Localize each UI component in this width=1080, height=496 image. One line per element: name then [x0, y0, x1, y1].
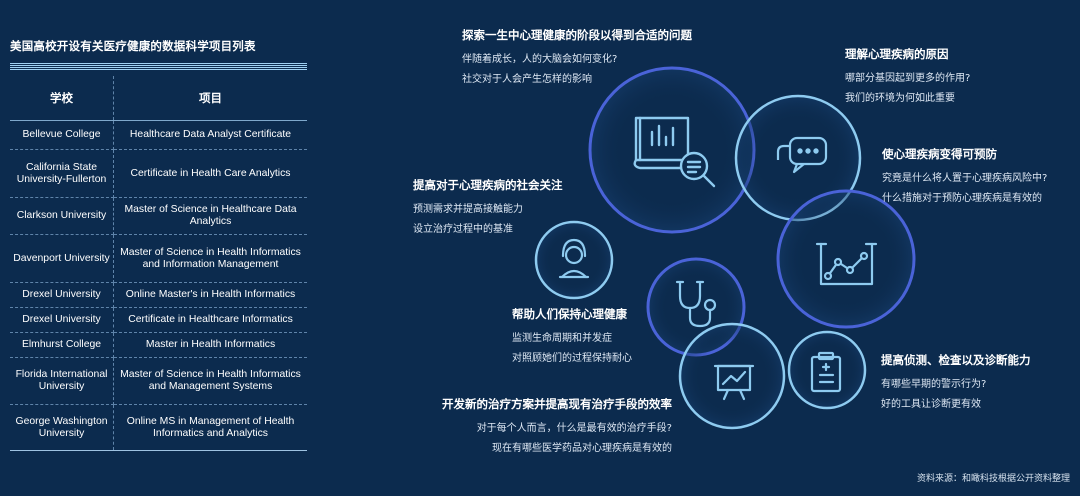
caption-line: 现在有哪些医学药品对心理疾病是有效的 [492, 443, 672, 454]
caption-heading: 提高侦测、检查以及诊断能力 [881, 353, 1031, 367]
caption-prevent: 使心理疾病变得可预防 究竟是什么将人置于心理疾病风险中? 什么措施对于预防心理疾… [882, 146, 1047, 209]
caption-line: 我们的环境为何如此重要 [845, 93, 955, 104]
caption-line: 对于每个人而言，什么是最有效的治疗手段? [476, 423, 672, 434]
caption-line: 好的工具让诊断更有效 [881, 399, 981, 410]
caption-treat: 开发新的治疗方案并提高现有治疗手段的效率 对于每个人而言，什么是最有效的治疗手段… [430, 396, 672, 459]
caption-line: 社交对于人会产生怎样的影响 [462, 74, 592, 85]
caption-line: 对照顾她们的过程保持耐心 [512, 353, 632, 364]
caption-heading: 使心理疾病变得可预防 [882, 147, 997, 161]
caption-line: 预测需求并提高接触能力 [413, 204, 523, 215]
caption-line: 伴随着成长，人的大脑会如何变化? [462, 54, 618, 65]
source-note: 资料来源：和瞰科技根据公开资料整理 [916, 474, 1070, 484]
caption-heading: 理解心理疾病的原因 [845, 47, 949, 61]
caption-causes: 理解心理疾病的原因 哪部分基因起到更多的作用? 我们的环境为何如此重要 [845, 46, 970, 109]
caption-line: 究竟是什么将人置于心理疾病风险中? [882, 173, 1048, 184]
caption-line: 有哪些早期的警示行为? [881, 379, 987, 390]
caption-heading: 探索一生中心理健康的阶段以得到合适的问题 [462, 28, 692, 42]
caption-help: 帮助人们保持心理健康 监测生命周期和并发症 对照顾她们的过程保持耐心 [512, 306, 632, 369]
ring-stages [588, 66, 756, 234]
caption-heading: 帮助人们保持心理健康 [512, 307, 627, 321]
caption-detect: 提高侦测、检查以及诊断能力 有哪些早期的警示行为? 好的工具让诊断更有效 [881, 352, 1031, 415]
caption-stages: 探索一生中心理健康的阶段以得到合适的问题 伴随着成长，人的大脑会如何变化? 社交… [462, 27, 692, 90]
caption-line: 监测生命周期和并发症 [512, 333, 612, 344]
caption-line: 什么措施对于预防心理疾病是有效的 [882, 193, 1042, 204]
caption-heading: 提高对于心理疾病的社会关注 [413, 178, 563, 192]
caption-social: 提高对于心理疾病的社会关注 预测需求并提高接触能力 设立治疗过程中的基准 [413, 177, 563, 240]
caption-line: 设立治疗过程中的基准 [413, 224, 513, 235]
caption-heading: 开发新的治疗方案并提高现有治疗手段的效率 [442, 397, 672, 411]
caption-line: 哪部分基因起到更多的作用? [845, 73, 971, 84]
ring-prevent [776, 189, 916, 329]
